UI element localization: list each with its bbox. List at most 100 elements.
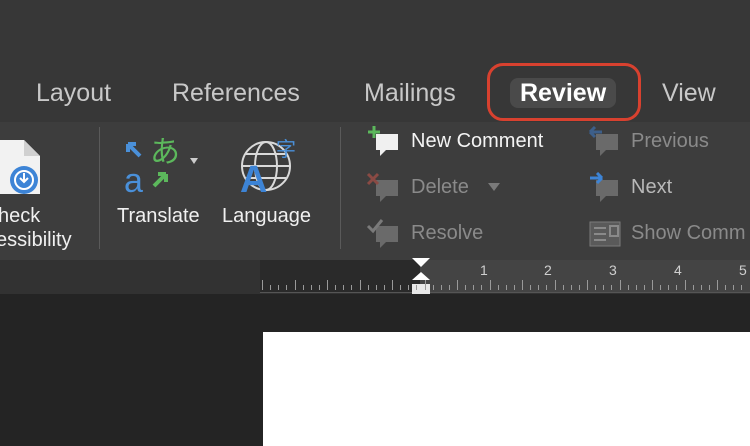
ruler-tick — [530, 285, 532, 290]
ruler-tick — [408, 285, 410, 290]
chevron-down-icon — [488, 183, 500, 191]
language-label: Language — [222, 205, 311, 227]
title-bar — [0, 0, 750, 68]
previous-comment-icon — [588, 126, 618, 156]
translate-label: Translate — [117, 205, 200, 227]
check-accessibility-button[interactable]: heck essibility — [0, 122, 92, 257]
ruler-tick — [343, 285, 345, 290]
show-comments-label: Show Comm — [631, 222, 746, 244]
tab-references[interactable]: References — [172, 78, 300, 108]
ruler-tick — [335, 285, 337, 290]
ruler-tick — [717, 280, 718, 290]
ribbon-tab-bar: Layout References Mailings Review View — [0, 68, 750, 122]
ruler-tick — [262, 280, 263, 290]
ruler-tick — [660, 285, 662, 290]
ruler-tick — [570, 285, 572, 290]
ruler-tick — [489, 280, 491, 290]
ruler-tick — [692, 285, 694, 290]
ruler-tick — [587, 280, 588, 290]
language-button[interactable]: A 字 Language — [220, 122, 324, 257]
document-area — [0, 294, 750, 446]
ruler-strip: 1 2 3 4 5 — [0, 258, 750, 294]
delete-comment-label: Delete — [411, 176, 469, 198]
tab-layout[interactable]: Layout — [36, 78, 111, 108]
resolve-comment-button[interactable]: Resolve — [366, 218, 506, 248]
new-comment-button[interactable]: New Comment — [366, 126, 566, 156]
horizontal-ruler[interactable]: 1 2 3 4 5 — [260, 258, 750, 294]
ruler-tick — [327, 280, 328, 290]
previous-comment-label: Previous — [631, 130, 709, 152]
ruler-tick — [473, 285, 475, 290]
document-page[interactable] — [263, 332, 750, 446]
ruler-tick — [668, 285, 670, 290]
tab-review[interactable]: Review — [510, 78, 617, 108]
ruler-tick — [643, 285, 645, 290]
ruler-tick — [619, 280, 621, 290]
ruler-tick — [505, 285, 507, 290]
delete-comment-button[interactable]: Delete — [366, 172, 506, 202]
ruler-tick — [383, 285, 385, 290]
translate-button[interactable]: あ a Translate — [112, 122, 212, 257]
language-icon: A 字 — [240, 137, 296, 198]
ruler-tick — [603, 285, 605, 290]
resolve-comment-icon — [366, 219, 398, 248]
show-comments-icon — [589, 221, 621, 247]
ruler-tick — [700, 285, 702, 290]
ruler-tick — [351, 285, 353, 290]
ruler-tick — [652, 280, 653, 290]
ruler-tick — [676, 285, 678, 290]
ruler-tick — [310, 285, 312, 290]
svg-text:A: A — [240, 159, 267, 198]
ruler-tick — [513, 285, 515, 290]
next-comment-label: Next — [631, 176, 673, 198]
ruler-tick — [522, 280, 523, 290]
tab-view[interactable]: View — [662, 78, 716, 108]
ruler-number: 5 — [739, 262, 747, 278]
ruler-tick — [635, 285, 637, 290]
ruler-tick — [302, 285, 304, 290]
ruler-number: 4 — [674, 262, 682, 278]
indent-marker-icon[interactable] — [410, 258, 432, 298]
ruler-tick — [708, 285, 710, 290]
previous-comment-button[interactable]: Previous — [586, 126, 750, 156]
ruler-tick — [416, 285, 418, 290]
svg-text:字: 字 — [276, 137, 296, 161]
ruler-tick — [270, 285, 272, 290]
ruler-tick — [465, 285, 467, 290]
ruler-tick — [457, 280, 458, 290]
ruler-tick — [432, 285, 434, 290]
check-accessibility-label-line2: essibility — [0, 229, 72, 251]
ruler-tick — [611, 285, 613, 290]
ruler-tick — [278, 285, 280, 290]
tab-mailings[interactable]: Mailings — [364, 78, 456, 108]
ruler-tick — [554, 280, 556, 290]
svg-text:a: a — [124, 162, 143, 194]
ruler-tick — [448, 285, 450, 290]
review-ribbon: heck essibility あ a Translate A 字 Langua… — [0, 122, 750, 260]
ruler-tick — [684, 280, 686, 290]
next-comment-button[interactable]: Next — [586, 172, 750, 202]
ruler-tick — [440, 285, 442, 290]
ruler-tick — [562, 285, 564, 290]
ribbon-divider — [340, 127, 341, 249]
ruler-tick — [497, 285, 499, 290]
ruler-tick — [294, 280, 296, 290]
check-accessibility-label-line1: heck — [0, 205, 41, 227]
new-comment-label: New Comment — [411, 130, 544, 152]
ruler-tick — [424, 280, 426, 290]
ruler-tick — [627, 285, 629, 290]
ruler-tick — [741, 285, 743, 290]
ruler-tick — [546, 285, 548, 290]
new-comment-icon — [368, 126, 398, 156]
ruler-tick — [400, 285, 402, 290]
ribbon-divider — [99, 127, 100, 249]
ruler-number: 3 — [609, 262, 617, 278]
translate-icon: あ a — [124, 135, 198, 194]
ruler-tick — [733, 285, 735, 290]
next-comment-icon — [590, 172, 618, 202]
ruler-tick — [375, 285, 377, 290]
svg-text:あ: あ — [150, 135, 180, 170]
ruler-tick — [367, 285, 369, 290]
ruler-tick — [725, 285, 727, 290]
show-comments-button[interactable]: Show Comm — [586, 218, 750, 248]
